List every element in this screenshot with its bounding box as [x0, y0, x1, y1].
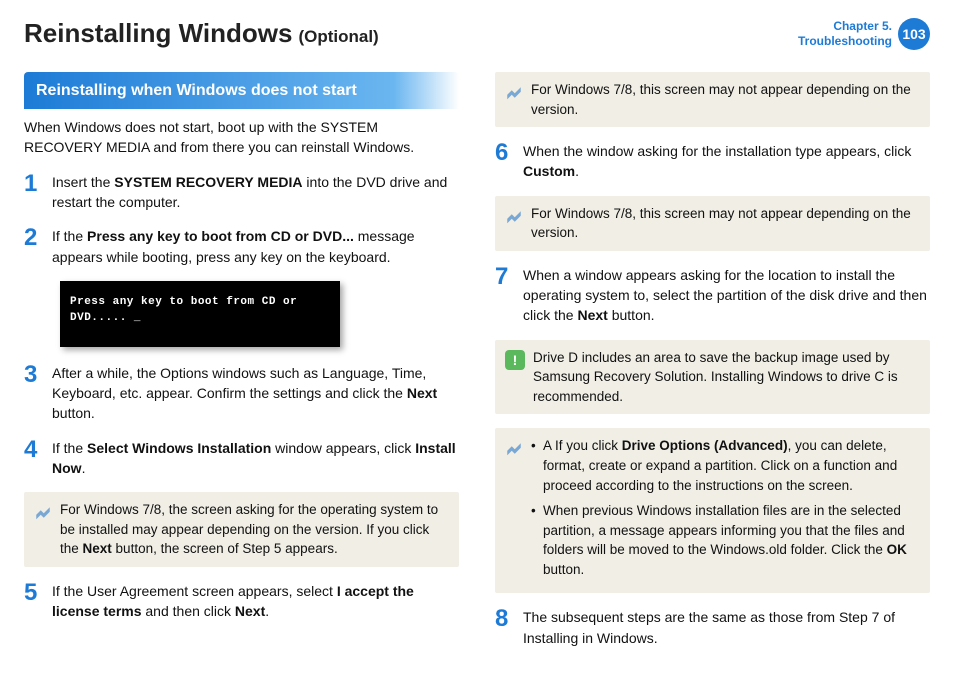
page-number-badge: 103	[898, 18, 930, 50]
note-list: A If you click Drive Options (Advanced),…	[531, 436, 920, 579]
chapter-line1: Chapter 5.	[798, 19, 892, 34]
step-number: 6	[495, 141, 513, 182]
step-text: Insert the SYSTEM RECOVERY MEDIA into th…	[52, 172, 459, 213]
note-icon	[505, 206, 523, 224]
chapter-line2: Troubleshooting	[798, 34, 892, 49]
note-text: A If you click Drive Options (Advanced),…	[531, 436, 920, 585]
note-box-drive-options: A If you click Drive Options (Advanced),…	[495, 428, 930, 593]
left-column: Reinstalling when Windows does not start…	[24, 72, 459, 662]
note-box-step4: For Windows 7/8, the screen asking for t…	[24, 492, 459, 567]
step-8: 8 The subsequent steps are the same as t…	[495, 607, 930, 648]
caution-icon: !	[505, 350, 525, 370]
note-icon	[505, 82, 523, 100]
step-text: When a window appears asking for the loc…	[523, 265, 930, 326]
section-header: Reinstalling when Windows does not start	[24, 72, 459, 109]
step-1: 1 Insert the SYSTEM RECOVERY MEDIA into …	[24, 172, 459, 213]
step-text: If the Select Windows Installation windo…	[52, 438, 459, 479]
note-text: For Windows 7/8, this screen may not app…	[531, 204, 920, 243]
step-3: 3 After a while, the Options windows suc…	[24, 363, 459, 424]
step-7: 7 When a window appears asking for the l…	[495, 265, 930, 326]
note-icon	[34, 502, 52, 520]
note-text: For Windows 7/8, this screen may not app…	[531, 80, 920, 119]
right-column: For Windows 7/8, this screen may not app…	[495, 72, 930, 662]
step-6: 6 When the window asking for the install…	[495, 141, 930, 182]
step-number: 4	[24, 438, 42, 479]
step-number: 2	[24, 226, 42, 267]
note-text: For Windows 7/8, the screen asking for t…	[60, 500, 449, 559]
chapter-block: Chapter 5. Troubleshooting 103	[798, 18, 930, 50]
step-text: When the window asking for the installat…	[523, 141, 930, 182]
boot-screen: Press any key to boot from CD or DVD....…	[60, 281, 340, 347]
step-2: 2 If the Press any key to boot from CD o…	[24, 226, 459, 267]
step-text: If the User Agreement screen appears, se…	[52, 581, 459, 622]
page-header: Reinstalling Windows (Optional) Chapter …	[24, 18, 930, 50]
note-box-step6: For Windows 7/8, this screen may not app…	[495, 196, 930, 251]
title-block: Reinstalling Windows (Optional)	[24, 18, 379, 49]
page-title: Reinstalling Windows	[24, 18, 292, 49]
step-number: 7	[495, 265, 513, 326]
step-text: The subsequent steps are the same as tho…	[523, 607, 930, 648]
page-subtitle: (Optional)	[298, 27, 378, 47]
step-number: 5	[24, 581, 42, 622]
chapter-text: Chapter 5. Troubleshooting	[798, 19, 892, 49]
step-text: If the Press any key to boot from CD or …	[52, 226, 459, 267]
intro-text: When Windows does not start, boot up wit…	[24, 117, 459, 158]
step-text: After a while, the Options windows such …	[52, 363, 459, 424]
note-icon	[505, 438, 523, 456]
caution-box: ! Drive D includes an area to save the b…	[495, 340, 930, 415]
content-columns: Reinstalling when Windows does not start…	[24, 72, 930, 662]
list-item: A If you click Drive Options (Advanced),…	[531, 436, 920, 495]
note-box-top: For Windows 7/8, this screen may not app…	[495, 72, 930, 127]
list-item: When previous Windows installation files…	[531, 501, 920, 579]
step-number: 8	[495, 607, 513, 648]
step-4: 4 If the Select Windows Installation win…	[24, 438, 459, 479]
step-5: 5 If the User Agreement screen appears, …	[24, 581, 459, 622]
step-number: 1	[24, 172, 42, 213]
step-number: 3	[24, 363, 42, 424]
caution-text: Drive D includes an area to save the bac…	[533, 348, 920, 407]
